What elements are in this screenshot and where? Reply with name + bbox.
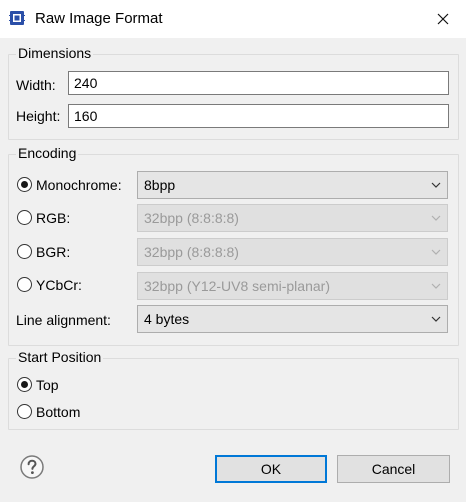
width-label: Width: bbox=[16, 77, 56, 93]
top-radio[interactable] bbox=[17, 377, 32, 392]
ycbcr-radio[interactable] bbox=[17, 277, 32, 292]
ycbcr-format-value: 32bpp (Y12-UV8 semi-planar) bbox=[144, 278, 330, 294]
bottom-radio[interactable] bbox=[17, 404, 32, 419]
monochrome-label[interactable]: Monochrome: bbox=[36, 176, 122, 194]
bgr-label[interactable]: BGR: bbox=[36, 243, 70, 261]
monochrome-format-value: 8bpp bbox=[144, 177, 176, 193]
start-position-legend: Start Position bbox=[16, 348, 104, 366]
bgr-radio[interactable] bbox=[17, 244, 32, 259]
rgb-label[interactable]: RGB: bbox=[36, 209, 70, 227]
chevron-down-icon bbox=[431, 182, 441, 188]
top-label[interactable]: Top bbox=[36, 376, 59, 394]
chevron-down-icon bbox=[431, 249, 441, 255]
ycbcr-format-select: 32bpp (Y12-UV8 semi-planar) bbox=[137, 272, 448, 300]
raw-image-app-icon bbox=[9, 11, 25, 25]
help-icon[interactable] bbox=[20, 455, 44, 479]
width-field[interactable]: 240 bbox=[68, 71, 449, 95]
line-alignment-value: 4 bytes bbox=[144, 311, 190, 327]
window-title: Raw Image Format bbox=[35, 10, 163, 27]
line-alignment-label: Line alignment: bbox=[16, 312, 111, 328]
title-bar: Raw Image Format bbox=[0, 0, 466, 38]
monochrome-radio[interactable] bbox=[17, 177, 32, 192]
rgb-radio[interactable] bbox=[17, 210, 32, 225]
close-icon bbox=[437, 13, 449, 25]
height-field[interactable]: 160 bbox=[68, 104, 449, 128]
rgb-format-value: 32bpp (8:8:8:8) bbox=[144, 210, 239, 226]
ycbcr-label[interactable]: YCbCr: bbox=[36, 276, 82, 294]
rgb-format-select: 32bpp (8:8:8:8) bbox=[137, 204, 448, 232]
chevron-down-icon bbox=[431, 316, 441, 322]
height-label: Height: bbox=[16, 108, 61, 124]
cancel-button[interactable]: Cancel bbox=[337, 455, 450, 483]
close-button[interactable] bbox=[420, 0, 466, 38]
chevron-down-icon bbox=[431, 283, 441, 289]
dimensions-legend: Dimensions bbox=[16, 44, 94, 62]
line-alignment-select[interactable]: 4 bytes bbox=[137, 305, 448, 333]
ok-button[interactable]: OK bbox=[215, 455, 327, 483]
bgr-format-select: 32bpp (8:8:8:8) bbox=[137, 238, 448, 266]
monochrome-format-select[interactable]: 8bpp bbox=[137, 171, 448, 199]
bottom-label[interactable]: Bottom bbox=[36, 403, 80, 421]
bgr-format-value: 32bpp (8:8:8:8) bbox=[144, 244, 239, 260]
encoding-legend: Encoding bbox=[16, 144, 79, 162]
chevron-down-icon bbox=[431, 215, 441, 221]
